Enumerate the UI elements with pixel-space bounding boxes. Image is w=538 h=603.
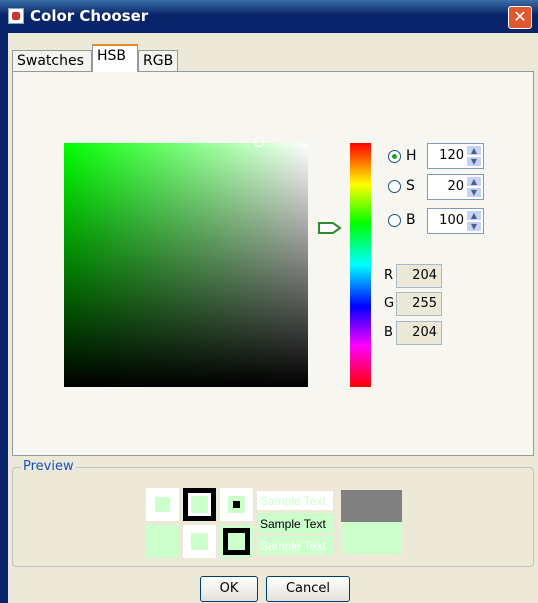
sample-text: Sample Text <box>260 517 326 531</box>
java-cup-icon <box>8 8 24 24</box>
hue-spinner[interactable]: 120 ▲ ▼ <box>427 143 484 169</box>
rgb-value: 204 <box>396 264 442 288</box>
radio-button[interactable] <box>388 180 401 193</box>
tab-hsb[interactable]: HSB <box>92 44 138 72</box>
color-cursor[interactable] <box>254 137 264 147</box>
spinner-value[interactable]: 20 <box>447 179 464 194</box>
preview-swatch <box>191 496 208 513</box>
chevron-up-icon[interactable]: ▲ <box>466 176 482 187</box>
window-title: Color Chooser <box>30 7 149 25</box>
tab-swatches[interactable]: Swatches <box>12 50 92 71</box>
radio-label: B <box>406 212 416 228</box>
spinner-value[interactable]: 100 <box>439 213 464 228</box>
sample-text: Sample Text <box>260 539 326 553</box>
chevron-up-icon[interactable]: ▲ <box>466 210 482 221</box>
chevron-up-icon[interactable]: ▲ <box>466 145 482 156</box>
preview-swatch <box>228 533 245 550</box>
rgb-value: 204 <box>396 321 442 345</box>
chevron-down-icon[interactable]: ▼ <box>466 187 482 198</box>
ok-button[interactable]: OK <box>200 576 258 602</box>
hue-slider[interactable] <box>350 143 371 387</box>
rgb-value: 255 <box>396 292 442 316</box>
tab-label: HSB <box>97 48 127 64</box>
rgb-label: B <box>384 325 393 340</box>
saturation-brightness-square[interactable] <box>64 143 308 387</box>
radio-label: H <box>406 148 417 164</box>
preview-swatch <box>146 525 179 558</box>
tab-label: Swatches <box>17 53 84 69</box>
saturation-spinner[interactable]: 20 ▲ ▼ <box>427 174 484 200</box>
rgb-label: G <box>384 296 395 311</box>
cancel-button[interactable]: Cancel <box>266 576 350 602</box>
preview-swatch <box>341 490 402 522</box>
brightness-spinner[interactable]: 100 ▲ ▼ <box>427 208 484 234</box>
tab-label: RGB <box>143 53 174 69</box>
preview-swatch <box>191 533 208 550</box>
preview-swatch <box>233 501 240 508</box>
radio-button[interactable] <box>388 214 401 227</box>
preview-swatch <box>155 497 170 512</box>
radio-label: S <box>406 178 415 194</box>
chevron-down-icon[interactable]: ▼ <box>466 156 482 167</box>
preview-swatch <box>341 522 402 554</box>
close-icon[interactable]: ✕ <box>508 6 532 29</box>
sample-text: Sample Text <box>260 494 326 508</box>
pointer-arrow-icon <box>318 222 342 234</box>
chevron-down-icon[interactable]: ▼ <box>466 221 482 232</box>
spinner-value[interactable]: 120 <box>439 148 464 163</box>
preview-label: Preview <box>21 459 76 474</box>
radio-button[interactable] <box>388 150 401 163</box>
preview-samples: Sample Text Sample Text Sample Text <box>146 488 402 558</box>
title-bar[interactable]: Color Chooser ✕ <box>0 0 538 33</box>
rgb-label: R <box>384 268 394 283</box>
tab-rgb[interactable]: RGB <box>138 50 178 71</box>
